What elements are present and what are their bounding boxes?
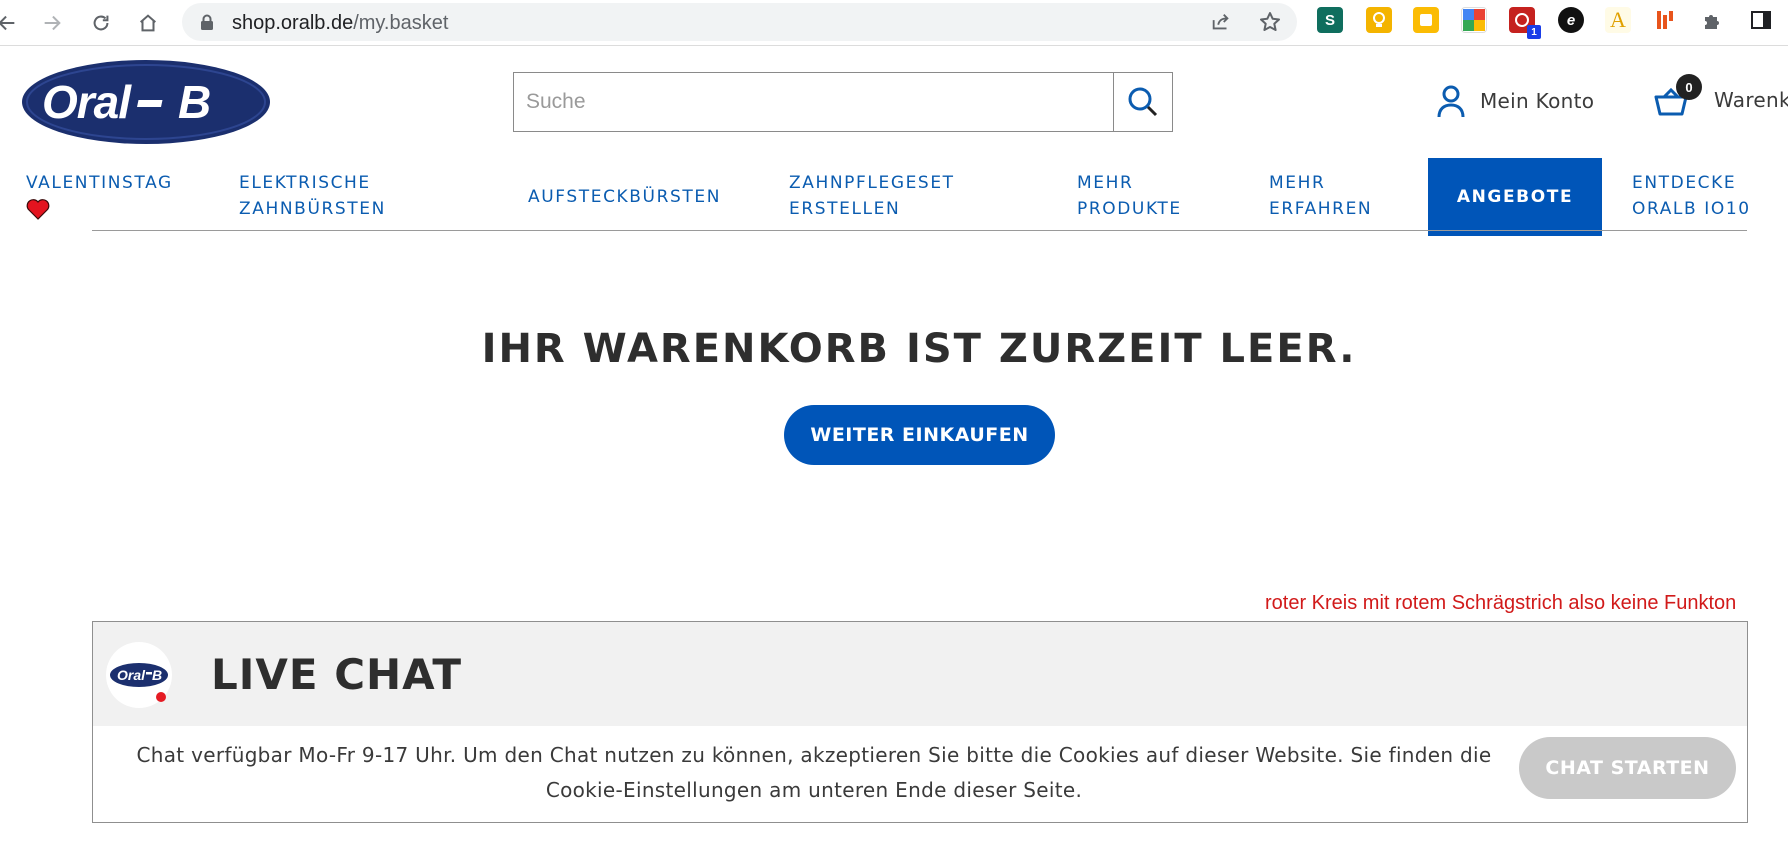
empty-basket-title: IHR WARENKORB IST ZURZEIT LEER.	[481, 326, 1357, 372]
extension-badge-icon[interactable]: 1	[1509, 7, 1541, 39]
nav-item-aufsteckbuersten[interactable]: AUFSTECKBÜRSTEN	[528, 158, 748, 236]
heart-icon	[26, 199, 50, 220]
nav-label: MEHR	[1269, 173, 1326, 193]
forward-arrow-icon[interactable]	[37, 8, 67, 38]
address-bar[interactable]: shop.oralb.de/my.basket	[182, 3, 1297, 41]
chat-start-button[interactable]: CHAT STARTEN	[1519, 737, 1736, 799]
account-link[interactable]: Mein Konto	[1436, 84, 1594, 118]
extension-a-icon[interactable]: A	[1605, 7, 1631, 33]
nav-item-angebote[interactable]: ANGEBOTE	[1428, 158, 1602, 236]
basket-link[interactable]: 0 Warenkorb	[1652, 74, 1788, 124]
extension-e-icon[interactable]: e	[1558, 7, 1584, 33]
main-navigation: VALENTINSTAG ELEKTRISCHE ZAHNBÜRSTEN AUF…	[0, 158, 1788, 238]
extension-lightbulb-icon[interactable]	[1366, 7, 1392, 33]
nav-label: ORALB IO10	[1632, 199, 1751, 219]
nav-label: VALENTINSTAG	[26, 173, 173, 193]
svg-text:Oral: Oral	[42, 76, 132, 128]
home-icon[interactable]	[133, 8, 163, 38]
user-icon	[1437, 85, 1465, 118]
oral-b-logo[interactable]: Oral B	[22, 60, 270, 144]
search-input[interactable]	[514, 73, 1114, 131]
nav-item-zahnpflegeset-erstellen[interactable]: ZAHNPFLEGESET ERSTELLEN	[789, 158, 1039, 236]
nav-item-mehr-produkte[interactable]: MEHR PRODUKTE	[1077, 158, 1247, 236]
back-arrow-icon[interactable]	[0, 8, 22, 38]
live-chat-title: LIVE CHAT	[211, 650, 463, 699]
url-text[interactable]: shop.oralb.de/my.basket	[232, 12, 448, 35]
basket-label: Warenkorb	[1714, 88, 1788, 112]
extension-s-icon[interactable]: S	[1317, 7, 1343, 33]
nav-label: ELEKTRISCHE	[239, 173, 371, 193]
nav-label: ERSTELLEN	[789, 199, 901, 219]
nav-item-elektrische-zahnbuersten[interactable]: ELEKTRISCHE ZAHNBÜRSTEN	[239, 158, 499, 236]
search-button[interactable]	[1113, 73, 1172, 131]
extension-note-icon[interactable]	[1413, 7, 1439, 33]
nav-item-valentinstag[interactable]: VALENTINSTAG	[26, 158, 216, 236]
extension-count-badge: 1	[1527, 25, 1541, 39]
nav-label: MEHR	[1077, 173, 1134, 193]
chat-status-dot	[156, 692, 166, 702]
nav-label: AUFSTECKBÜRSTEN	[528, 187, 722, 207]
url-host: shop.oralb.de	[232, 12, 354, 34]
extension-bars-icon[interactable]	[1652, 7, 1678, 33]
svg-text:B: B	[178, 76, 211, 128]
svg-text:Oral: Oral	[117, 667, 146, 683]
svg-text:B: B	[152, 667, 162, 683]
nav-item-mehr-erfahren[interactable]: MEHR ERFAHREN	[1269, 158, 1439, 236]
live-chat-avatar: Oral B	[106, 642, 172, 708]
lock-icon[interactable]	[200, 14, 214, 30]
nav-label: ZAHNBÜRSTEN	[239, 199, 386, 219]
bookmark-star-icon[interactable]	[1258, 10, 1282, 34]
nav-label: ENTDECKE	[1632, 173, 1737, 193]
share-icon[interactable]	[1210, 11, 1232, 33]
basket-count-badge: 0	[1676, 74, 1702, 100]
account-label: Mein Konto	[1480, 89, 1595, 113]
url-path: /my.basket	[353, 12, 449, 34]
extensions-puzzle-icon[interactable]	[1700, 7, 1726, 33]
nav-item-entdecke-oralb-io10[interactable]: ENTDECKE ORALB IO10	[1632, 158, 1788, 236]
live-chat-panel: Oral B LIVE CHAT Chat verfügbar Mo-Fr 9-…	[92, 621, 1748, 823]
search-icon	[1128, 87, 1158, 117]
annotation-note: roter Kreis mit rotem Schrägstrich also …	[1265, 592, 1737, 614]
live-chat-message-line: Cookie-Einstellungen am unteren Ende die…	[545, 778, 1083, 802]
search-box	[513, 72, 1173, 132]
live-chat-message-line: Chat verfügbar Mo-Fr 9-17 Uhr. Um den Ch…	[136, 743, 1492, 767]
side-panel-icon[interactable]	[1748, 7, 1774, 33]
live-chat-message: Chat verfügbar Mo-Fr 9-17 Uhr. Um den Ch…	[107, 738, 1521, 808]
extension-google-translate-icon[interactable]	[1461, 7, 1487, 33]
browser-toolbar: shop.oralb.de/my.basket S 1 e A	[0, 0, 1788, 46]
nav-label: ZAHNPFLEGESET	[789, 173, 955, 193]
nav-divider	[92, 230, 1747, 231]
nav-label: ANGEBOTE	[1456, 187, 1574, 207]
reload-icon[interactable]	[86, 8, 116, 38]
continue-shopping-button[interactable]: WEITER EINKAUFEN	[784, 405, 1055, 465]
nav-label: ERFAHREN	[1269, 199, 1373, 219]
live-chat-header: Oral B LIVE CHAT	[93, 622, 1747, 726]
nav-label: PRODUKTE	[1077, 199, 1182, 219]
